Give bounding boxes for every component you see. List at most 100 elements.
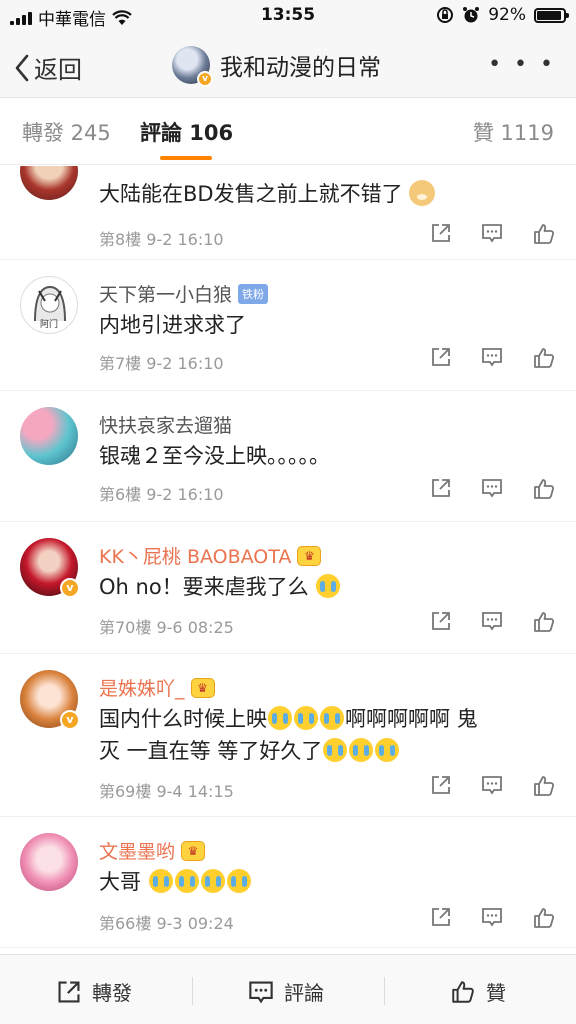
comment-text: 大哥 [99,866,550,898]
comment-icon[interactable] [481,477,503,499]
thumbs-up-icon[interactable] [532,906,556,930]
nav-bar: 返回 v 我和动漫的日常 • • • [0,32,576,98]
avatar-caption: 阿门 [39,320,58,330]
page-title: 我和动漫的日常 [220,55,381,81]
verified-icon: v [60,578,80,598]
comment-meta: 第6樓 9-2 16:10 [99,485,224,504]
comment-icon [249,980,273,1003]
chevron-left-icon [15,54,29,81]
verified-icon: v [197,71,213,87]
like-button[interactable]: 贊 [450,977,506,1006]
share-icon [58,980,80,1003]
comment-meta: 第69樓 9-4 14:15 [99,782,234,801]
username[interactable]: 文墨墨哟 ♛ [99,837,206,864]
vip-crown-icon: ♛ [181,840,206,861]
comment-item: v 是姝姝吖_ ♛ 国内什么时候上映 啊啊啊啊啊 鬼 灭 一直在等 等了好久了 第6… [0,654,576,817]
account-avatar[interactable]: v [172,46,213,87]
comment-item: v KK丶屁桃 BAOBAOTA ♛ Oh no！要来虐我了么 第70樓 9-6 … [0,522,576,654]
comment-icon[interactable] [481,774,503,796]
share-icon[interactable] [430,610,452,632]
avatar[interactable] [20,166,78,200]
crying-emoji-icon [174,869,199,893]
divider [192,977,193,1005]
avatar[interactable] [20,833,78,891]
comment-item: 阿门 天下第一小白狼 铁粉 内地引进求求了 第7樓 9-2 16:10 [0,260,576,391]
comment-meta: 第70樓 9-6 08:25 [99,618,234,637]
username[interactable]: 天下第一小白狼 铁粉 [99,280,269,307]
avatar[interactable] [20,407,78,465]
tab-repost[interactable]: 轉發 245 [22,117,111,147]
comment-button[interactable]: 評論 [248,977,324,1006]
crying-emoji-icon [268,706,292,730]
comment-icon[interactable] [481,222,503,244]
repost-button[interactable]: 轉發 [56,977,132,1006]
share-icon[interactable] [430,774,452,796]
comment-item: 大陆能在BD发售之前上就不错了 第8樓 9-2 16:10 [0,166,576,260]
comment-text: 大陆能在BD发售之前上就不错了 [99,178,550,210]
share-icon[interactable] [430,222,452,244]
comment-icon[interactable] [481,906,503,928]
comment-actions [430,906,556,930]
comment-label: 評論 [284,981,324,1005]
like-label: 贊 [486,981,506,1005]
more-icon[interactable]: • • • [488,52,556,77]
avatar[interactable]: 阿门 [20,276,78,334]
thumbs-up-icon[interactable] [532,222,556,246]
doge-emoji-icon [409,180,436,206]
crying-emoji-icon [200,869,225,893]
repost-label: 轉發 [92,981,132,1005]
comment-meta: 第7樓 9-2 16:10 [99,354,224,373]
thumbs-up-icon[interactable] [532,346,556,370]
username[interactable]: KK丶屁桃 BAOBAOTA ♛ [99,542,322,569]
crying-emoji-icon [320,706,344,730]
status-bar: 中華電信 13:55 92% [0,0,576,32]
thumbs-up-icon[interactable] [532,774,556,798]
comment-actions [430,774,556,798]
comment-actions [430,346,556,370]
tab-bar: 轉發 245 評論 106 贊 1119 [0,99,576,165]
comment-item: 快扶哀家去遛猫 银魂２至今没上映。。。。。 第6樓 9-2 16:10 [0,391,576,522]
tab-comments[interactable]: 評論 106 [140,117,233,147]
comment-text: 国内什么时候上映 啊啊啊啊啊 鬼 灭 一直在等 等了好久了 [99,706,478,763]
back-button[interactable]: 返回 [14,50,82,85]
tab-likes[interactable]: 贊 1119 [473,117,554,147]
verified-icon: v [60,710,80,730]
share-icon[interactable] [430,346,452,368]
vip-crown-icon: ♛ [297,545,322,566]
crying-emoji-icon [375,738,400,762]
thumbs-up-icon[interactable] [532,477,556,501]
avatar[interactable]: v [20,538,80,598]
comment-icon[interactable] [481,610,503,632]
alarm-icon [463,7,480,23]
crying-emoji-icon [226,869,251,893]
nav-account[interactable]: v 我和动漫的日常 [172,46,381,87]
username[interactable]: 快扶哀家去遛猫 [99,411,232,438]
battery-percent: 92% [488,5,526,25]
thumbs-up-icon[interactable] [532,610,556,634]
comment-item: 文墨墨哟 ♛ 大哥 第66樓 9-3 09:24 [0,817,576,948]
rotation-lock-icon [437,7,454,23]
crying-emoji-icon [323,738,348,762]
share-icon[interactable] [430,906,452,928]
comment-text: Oh no！要来虐我了么 [99,571,550,603]
comment-text: 银魂２至今没上映。。。。。 [99,444,330,468]
comment-meta: 第8樓 9-2 16:10 [99,230,224,249]
bottom-action-bar: 轉發 評論 贊 [0,954,576,1024]
share-icon[interactable] [430,477,452,499]
comment-actions [430,222,556,246]
avatar[interactable]: v [20,670,80,730]
back-label: 返回 [34,56,82,84]
crying-emoji-icon [349,738,374,762]
username[interactable]: 是姝姝吖_ ♛ [99,674,215,701]
divider [384,977,385,1005]
crying-emoji-icon [148,869,173,893]
comment-icon[interactable] [481,346,503,368]
vip-crown-icon: ♛ [190,677,215,698]
comment-list[interactable]: 大陆能在BD发售之前上就不错了 第8樓 9-2 16:10 阿门 天下第一小白狼… [0,166,576,952]
active-tab-indicator [160,156,212,160]
fan-badge: 铁粉 [238,283,269,304]
comment-actions [430,477,556,501]
status-right: 92% [436,5,569,25]
comment-meta: 第66樓 9-3 09:24 [99,914,234,933]
comment-actions [430,610,556,634]
